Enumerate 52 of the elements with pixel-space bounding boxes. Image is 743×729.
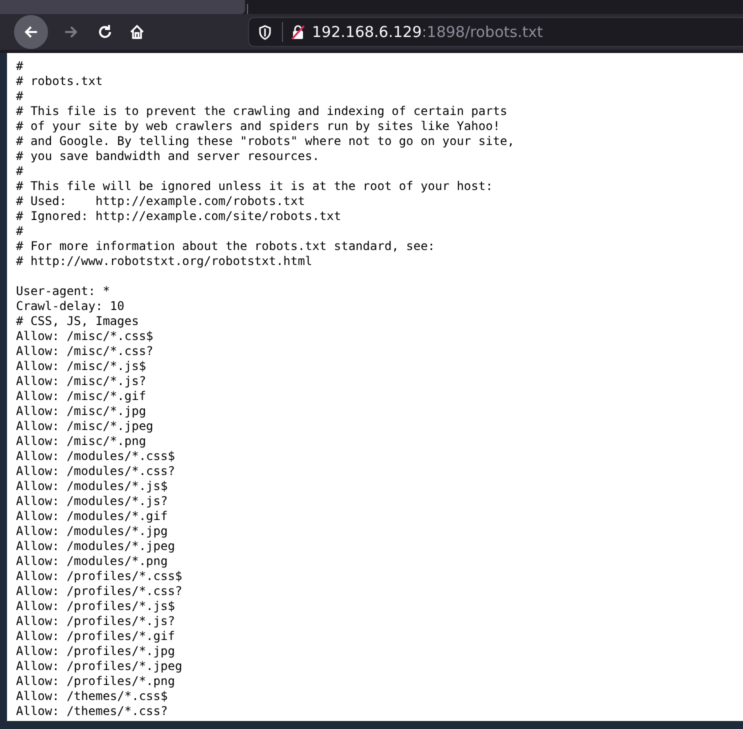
text-line: Allow: /modules/*.jpeg [16,539,175,554]
insecure-lock-icon [290,24,306,40]
text-line: Allow: /misc/*.png [16,434,146,449]
text-line: Allow: /profiles/*.css$ [16,569,182,584]
url-text: 192.168.6.129:1898/robots.txt [312,22,543,43]
text-line: Crawl-delay: 10 [16,299,124,314]
text-line: # robots.txt [16,74,103,89]
text-line: Allow: /misc/*.css? [16,344,154,359]
back-arrow-icon [23,24,39,40]
text-line: Allow: /misc/*.jpg [16,404,146,419]
text-line: Allow: /profiles/*.png [16,674,175,689]
address-bar[interactable]: 192.168.6.129:1898/robots.txt [248,17,743,47]
shield-icon [258,24,272,40]
forward-arrow-icon [63,24,79,40]
text-line: Allow: /profiles/*.gif [16,629,175,644]
text-line: # you save bandwidth and server resources. [16,149,320,164]
text-line: Allow: /profiles/*.jpeg [16,659,182,674]
text-line: Allow: /misc/*.jpeg [16,419,154,434]
text-line: # [16,224,24,239]
text-line: # Ignored: http://example.com/site/robots.txt [16,209,342,224]
text-line: Allow: /profiles/*.css? [16,584,182,599]
text-line: Allow: /themes/*.css$ [16,689,168,704]
home-icon [129,24,145,40]
text-line: Allow: /profiles/*.js$ [16,599,175,614]
text-line: Allow: /profiles/*.js? [16,614,175,629]
text-line: User-agent: * [16,284,110,299]
text-line: Allow: /modules/*.png [16,554,168,569]
text-line: # For more information about the robots.txt standard, see: [16,239,436,254]
text-line: # This file is to prevent the crawling and indexing of certain parts [16,104,508,119]
text-line: # [16,164,24,179]
text-line: Allow: /modules/*.jpg [16,524,168,539]
text-line: Allow: /modules/*.gif [16,509,168,524]
text-line: Allow: /modules/*.js$ [16,479,168,494]
text-line: Allow: /misc/*.js? [16,374,146,389]
text-line: # of your site by web crawlers and spiders run by sites like Yahoo! [16,119,500,134]
text-line: Allow: /themes/*.css? [16,704,168,719]
text-line: # [16,59,24,74]
text-line: Allow: /modules/*.js? [16,494,168,509]
text-line: # and Google. By telling these "robots" where not to go on your site, [16,134,514,149]
text-line: Allow: /modules/*.css$ [16,449,175,464]
text-line: # This file will be ignored unless it is at the root of your host: [16,179,493,194]
back-button[interactable] [14,15,48,49]
text-line: # Used: http://example.com/robots.txt [16,194,305,209]
text-line: Allow: /modules/*.css? [16,464,175,479]
text-line: Allow: /misc/*.js$ [16,359,146,374]
text-line: # http://www.robotstxt.org/robotstxt.html [16,254,312,269]
reload-icon [97,24,113,40]
text-line: Allow: /misc/*.css$ [16,329,154,344]
text-line: # CSS, JS, Images [16,314,139,329]
text-line: Allow: /profiles/*.jpg [16,644,175,659]
text-line: Allow: /misc/*.gif [16,389,146,404]
text-line: # [16,89,24,104]
